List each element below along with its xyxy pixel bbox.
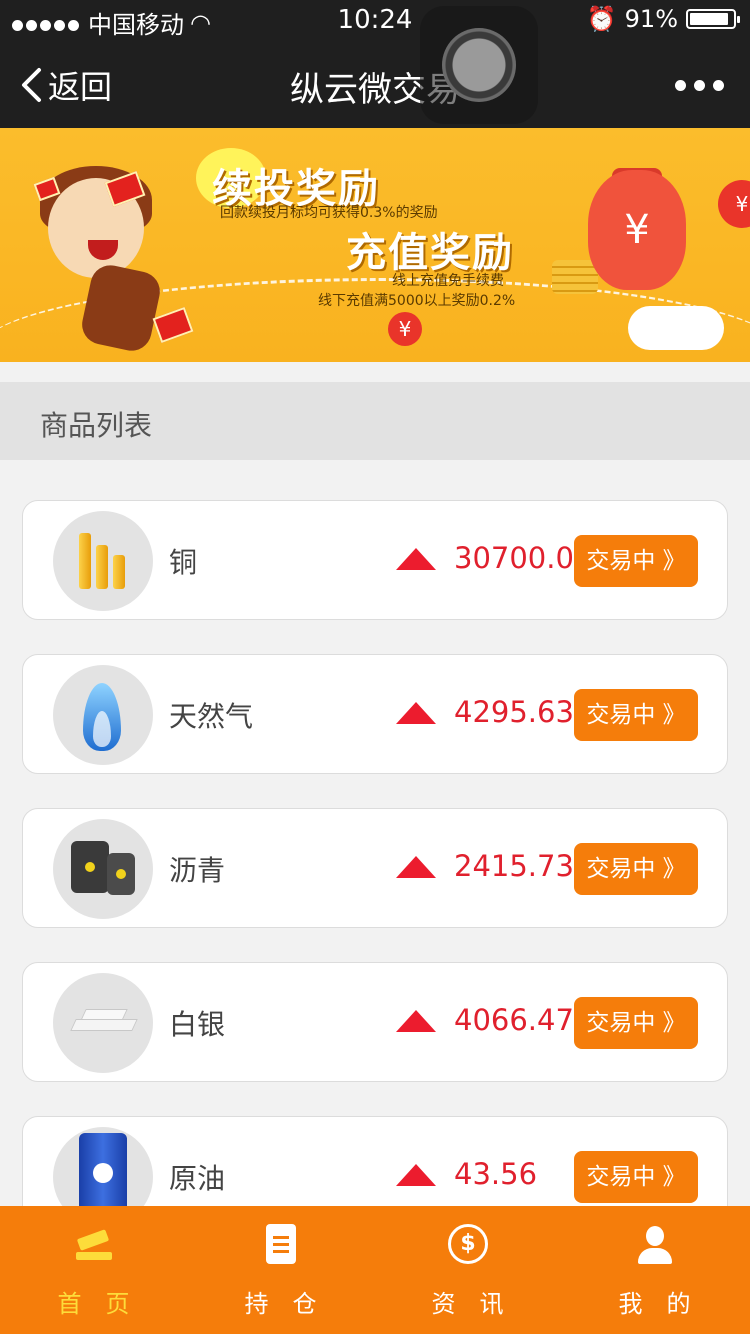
tab-label: 我的 xyxy=(618,1290,715,1318)
auction-hammer-icon xyxy=(74,1224,114,1264)
product-price: 2415.73 xyxy=(454,849,574,883)
price-up-icon xyxy=(396,1164,436,1186)
battery-percent: 91% xyxy=(624,5,678,33)
tab-label: 首页 xyxy=(57,1290,154,1318)
product-name: 白银 xyxy=(169,1008,226,1041)
trade-button[interactable]: 交易中 》 xyxy=(574,997,698,1049)
product-price: 4295.63 xyxy=(454,695,574,729)
battery-area: ⏰ 91% xyxy=(586,5,740,33)
section-title: 商品列表 xyxy=(40,409,153,442)
product-name: 原油 xyxy=(169,1162,226,1195)
banner-subtext-2: 线上充值免手续费 xyxy=(392,273,504,289)
money-bag-icon: ¥ xyxy=(588,170,686,290)
asphalt-icon xyxy=(53,819,153,919)
product-price: 30700.03 xyxy=(454,541,593,575)
product-card-copper[interactable]: 铜 30700.03 交易中 》 xyxy=(22,500,728,620)
status-bar: 中国移动 ◠ 10:24 ⏰ 91% xyxy=(0,0,750,40)
price-up-icon xyxy=(396,702,436,724)
product-price: 43.56 xyxy=(454,1157,538,1191)
battery-fill xyxy=(690,13,729,25)
yuan-coin-icon: ¥ xyxy=(388,312,422,346)
tab-me[interactable]: 我的 xyxy=(561,1206,748,1334)
bottom-tab-bar: 首页 持仓 $ 资讯 我的 xyxy=(0,1206,750,1334)
product-card-natural-gas[interactable]: 天然气 4295.63 交易中 》 xyxy=(22,654,728,774)
silver-icon xyxy=(53,973,153,1073)
nav-bar: 返回 纵云微交易 xyxy=(0,40,750,128)
alarm-icon: ⏰ xyxy=(586,5,617,33)
trade-button[interactable]: 交易中 》 xyxy=(574,843,698,895)
cloud-decoration xyxy=(628,306,724,350)
product-name: 沥青 xyxy=(169,854,226,887)
tab-label: 资讯 xyxy=(431,1290,528,1318)
product-card-silver[interactable]: 白银 4066.47 交易中 》 xyxy=(22,962,728,1082)
price-up-icon xyxy=(396,1010,436,1032)
promo-banner[interactable]: 续投奖励 回款续投月标均可获得0.3%的奖励 充值奖励 线上充值免手续费 线下充… xyxy=(0,128,750,362)
user-icon xyxy=(635,1224,675,1264)
price-up-icon xyxy=(396,856,436,878)
product-name: 铜 xyxy=(169,546,198,579)
product-price: 4066.47 xyxy=(454,1003,574,1037)
yuan-coin-icon: ¥ xyxy=(718,180,750,228)
copper-icon xyxy=(53,511,153,611)
clipboard-icon xyxy=(266,1224,296,1264)
product-name: 天然气 xyxy=(169,700,254,733)
battery-icon xyxy=(686,9,740,29)
assistive-touch-button[interactable] xyxy=(420,6,538,124)
product-card-asphalt[interactable]: 沥青 2415.73 交易中 》 xyxy=(22,808,728,928)
trade-button[interactable]: 交易中 》 xyxy=(574,689,698,741)
coin-stack-icon xyxy=(552,260,598,294)
dollar-globe-icon: $ xyxy=(448,1224,488,1264)
trade-button[interactable]: 交易中 》 xyxy=(574,1151,698,1203)
tab-home[interactable]: 首页 xyxy=(0,1206,187,1334)
trade-button[interactable]: 交易中 》 xyxy=(574,535,698,587)
more-icon[interactable] xyxy=(675,80,724,91)
page-title: 纵云微交易 xyxy=(290,70,460,110)
tab-news[interactable]: $ 资讯 xyxy=(374,1206,561,1334)
banner-subtext-3: 线下充值满5000以上奖励0.2% xyxy=(318,293,516,309)
section-header: 商品列表 xyxy=(0,382,750,460)
tab-label: 持仓 xyxy=(244,1290,341,1318)
tab-positions[interactable]: 持仓 xyxy=(187,1206,374,1334)
banner-subtext-1: 回款续投月标均可获得0.3%的奖励 xyxy=(220,205,438,221)
price-up-icon xyxy=(396,548,436,570)
natural-gas-icon xyxy=(53,665,153,765)
